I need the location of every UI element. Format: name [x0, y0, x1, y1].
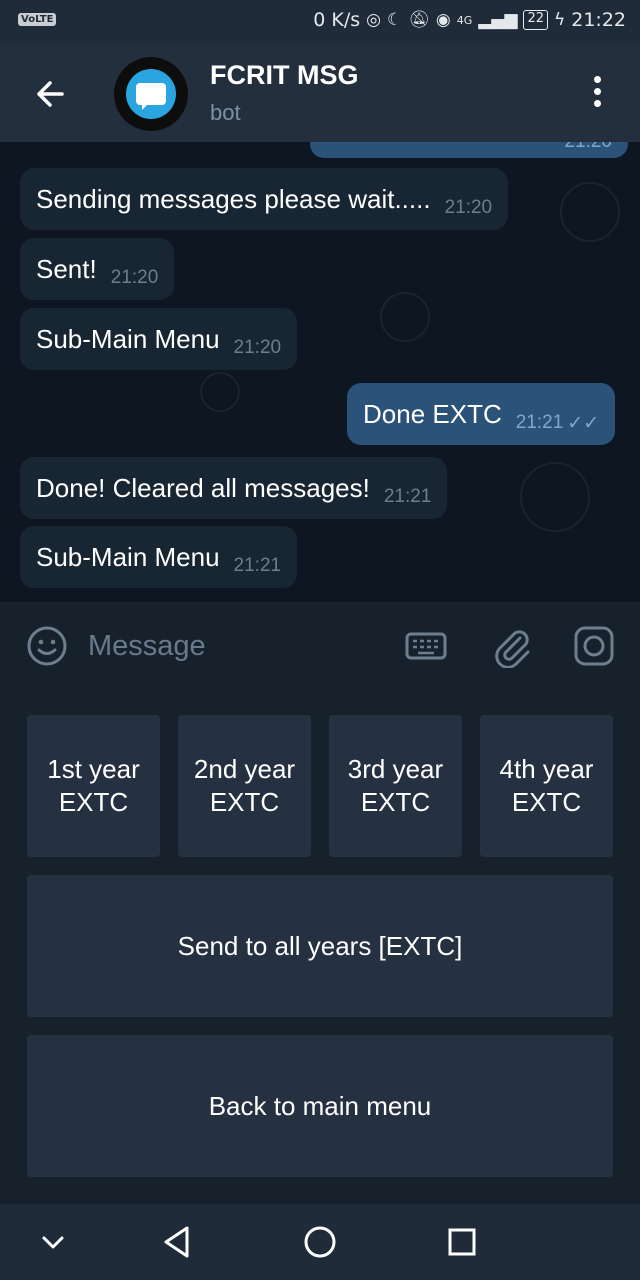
system-navigation-bar: [0, 1204, 640, 1280]
nav-back-icon[interactable]: [157, 1222, 197, 1262]
message-time: 21:20: [444, 197, 493, 218]
message-time: 21:20: [233, 337, 282, 358]
message-bubble-partial[interactable]: 21:20: [310, 142, 628, 158]
moon-icon: ☾: [387, 10, 403, 30]
button-label: 1st year: [47, 754, 140, 784]
message-input[interactable]: [88, 626, 368, 666]
message-text: Done! Cleared all messages!: [36, 472, 370, 503]
keyboard-button-2nd-year[interactable]: 2nd year EXTC: [178, 715, 311, 857]
clock: 21:22: [571, 9, 626, 31]
chat-subtitle: bot: [210, 100, 241, 125]
chat-title[interactable]: FCRIT MSG: [210, 60, 359, 91]
message-bubble[interactable]: Sub-Main Menu 21:21: [20, 526, 298, 588]
message-text: Done EXTC: [363, 398, 502, 429]
message-text: Sending messages please wait.....: [36, 183, 431, 214]
message-text: Sub-Main Menu: [36, 541, 220, 572]
network-speed: 0 K/s: [313, 9, 361, 31]
keyboard-button-send-all[interactable]: Send to all years [EXTC]: [27, 875, 613, 1017]
bot-reply-keyboard: 1st year EXTC 2nd year EXTC 3rd year EXTC 4…: [0, 690, 640, 1204]
message-list[interactable]: 21:20 Sending messages please wait..... …: [0, 142, 640, 602]
bot-avatar[interactable]: [114, 57, 188, 131]
message-time: 21:20: [564, 142, 612, 153]
button-label: Send to all years [EXTC]: [177, 930, 463, 961]
button-label: Back to main menu: [208, 1090, 432, 1121]
wallpaper-doodle: [560, 182, 620, 242]
status-bar: VoLTE 0 K/s ◎ ☾ 🔕︎ ◉ 4G ▂▄▆ 22 ϟ 21:22: [0, 0, 640, 44]
button-label: 4th year: [499, 754, 594, 784]
wallpaper-doodle: [200, 372, 240, 412]
hotspot-icon: ◎: [366, 10, 382, 30]
message-text: Sub-Main Menu: [36, 323, 220, 354]
eye-icon: ◉: [435, 10, 451, 30]
battery-level: 22: [523, 10, 549, 30]
button-label: EXTC: [209, 787, 280, 817]
message-time: 21:21: [233, 555, 282, 576]
button-label: 3rd year: [347, 754, 444, 784]
status-icons: 0 K/s ◎ ☾ 🔕︎ ◉ 4G ▂▄▆ 22 ϟ 21:22: [313, 9, 626, 31]
keyboard-button-3rd-year[interactable]: 3rd year EXTC: [329, 715, 462, 857]
camera-icon[interactable]: [572, 624, 616, 668]
emoji-icon[interactable]: [25, 624, 69, 668]
keyboard-button-1st-year[interactable]: 1st year EXTC: [27, 715, 160, 857]
more-options-icon[interactable]: [584, 74, 610, 110]
keyboard-icon[interactable]: [404, 624, 448, 668]
nav-recents-icon[interactable]: [442, 1222, 482, 1262]
message-bubble[interactable]: Sub-Main Menu 21:20: [20, 308, 298, 370]
keyboard-button-back[interactable]: Back to main menu: [27, 1035, 613, 1177]
mute-icon: 🔕︎: [408, 10, 430, 30]
message-bubble[interactable]: Sending messages please wait..... 21:20: [20, 168, 509, 230]
message-bubble[interactable]: Sent! 21:20: [20, 238, 175, 300]
message-composer: [0, 602, 640, 690]
button-label: 2nd year: [193, 754, 296, 784]
button-label: EXTC: [511, 787, 582, 817]
read-checkmarks-icon: ✓✓: [567, 412, 600, 434]
button-label: EXTC: [58, 787, 129, 817]
chat-header: FCRIT MSG bot: [0, 44, 640, 142]
wallpaper-doodle: [520, 462, 590, 532]
button-label: EXTC: [360, 787, 431, 817]
chevron-down-icon[interactable]: [33, 1222, 73, 1262]
back-arrow-icon[interactable]: [30, 74, 70, 114]
message-time: 21:21: [515, 412, 564, 433]
message-bubble-outgoing[interactable]: Done EXTC 21:21 ✓✓: [347, 383, 616, 445]
charging-icon: ϟ: [554, 10, 566, 30]
keyboard-button-4th-year[interactable]: 4th year EXTC: [480, 715, 613, 857]
network-type: 4G: [456, 13, 473, 27]
signal-icon: ▂▄▆: [478, 10, 518, 30]
attach-paperclip-icon[interactable]: [490, 624, 534, 669]
message-bubble[interactable]: Done! Cleared all messages! 21:21: [20, 457, 448, 519]
chat-bubble-logo-icon: [126, 69, 176, 119]
nav-home-icon[interactable]: [300, 1222, 340, 1262]
message-time: 21:20: [110, 267, 159, 288]
volte-indicator: VoLTE: [18, 13, 57, 26]
wallpaper-doodle: [380, 292, 430, 342]
message-time: 21:21: [383, 486, 432, 507]
message-text: Sent!: [36, 253, 97, 284]
